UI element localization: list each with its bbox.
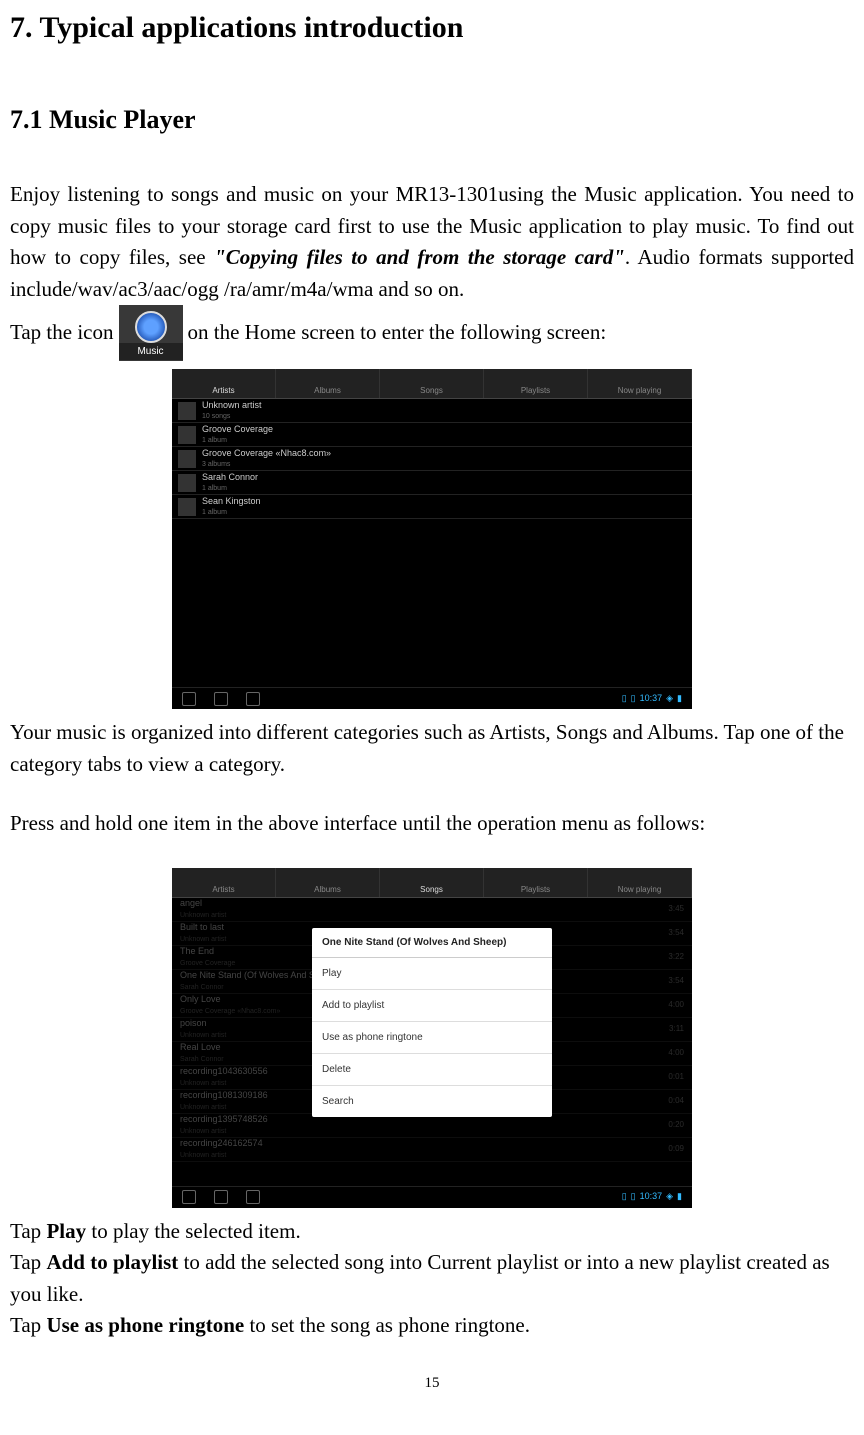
tab-songs[interactable]: Songs xyxy=(380,868,484,897)
tap-icon-text-a: Tap the icon xyxy=(10,317,114,349)
menu-use-as-ringtone[interactable]: Use as phone ringtone xyxy=(312,1022,552,1054)
press-hold-paragraph: Press and hold one item in the above int… xyxy=(10,808,854,840)
battery-icon: ▮ xyxy=(677,692,682,706)
system-navbar: ▯ ▯ 10:37 ◈ ▮ xyxy=(172,1186,692,1208)
tab-artists[interactable]: Artists xyxy=(172,369,276,398)
clock: 10:37 xyxy=(640,1190,663,1204)
home-icon[interactable] xyxy=(214,692,228,706)
intro-paragraph: Enjoy listening to songs and music on yo… xyxy=(10,179,854,305)
menu-add-to-playlist[interactable]: Add to playlist xyxy=(312,990,552,1022)
dialog-title: One Nite Stand (Of Wolves And Sheep) xyxy=(312,928,552,958)
home-icon[interactable] xyxy=(214,1190,228,1204)
tab-albums[interactable]: Albums xyxy=(276,868,380,897)
system-navbar: ▯ ▯ 10:37 ◈ ▮ xyxy=(172,687,692,709)
music-icon-label: Music xyxy=(119,343,183,360)
list-item[interactable]: Groove Coverage «Nhac8.com»3 albums xyxy=(172,447,692,471)
tab-nowplaying[interactable]: Now playing xyxy=(588,369,692,398)
artists-icon xyxy=(217,370,231,384)
music-icon-circle xyxy=(135,311,167,343)
recents-icon[interactable] xyxy=(246,1190,260,1204)
section-heading: 7. Typical applications introduction xyxy=(10,5,854,50)
recents-icon[interactable] xyxy=(246,692,260,706)
tap-icon-line: Tap the icon Music on the Home screen to… xyxy=(10,305,854,361)
albums-icon xyxy=(321,869,335,883)
menu-play[interactable]: Play xyxy=(312,958,552,990)
artist-thumb xyxy=(178,402,196,420)
artists-icon xyxy=(217,869,231,883)
artist-thumb xyxy=(178,450,196,468)
albums-icon xyxy=(321,370,335,384)
screenshot-context-menu: Artists Albums Songs Playlists Now playi… xyxy=(172,868,692,1208)
context-menu-dialog: One Nite Stand (Of Wolves And Sheep) Pla… xyxy=(312,928,552,1117)
nowplaying-icon xyxy=(633,869,647,883)
tap-add-paragraph: Tap Add to playlist to add the selected … xyxy=(10,1247,854,1310)
menu-delete[interactable]: Delete xyxy=(312,1054,552,1086)
artists-list: Unknown artist10 songs Groove Coverage1 … xyxy=(172,399,692,519)
battery-icon: ▮ xyxy=(677,1190,682,1204)
tab-nowplaying[interactable]: Now playing xyxy=(588,868,692,897)
tap-icon-text-b: on the Home screen to enter the followin… xyxy=(188,317,607,349)
intro-text-b: "Copying files to and from the storage c… xyxy=(214,245,625,269)
playlists-icon xyxy=(529,370,543,384)
wifi-icon: ◈ xyxy=(666,1190,673,1204)
status-icon: ▯ xyxy=(622,692,627,706)
list-item[interactable]: angelUnknown artist3:45 xyxy=(172,898,692,922)
list-item[interactable]: Unknown artist10 songs xyxy=(172,399,692,423)
screenshot-artists: Artists Albums Songs Playlists Now playi… xyxy=(172,369,692,709)
categories-paragraph: Your music is organized into different c… xyxy=(10,717,854,780)
back-icon[interactable] xyxy=(182,692,196,706)
playlists-icon xyxy=(529,869,543,883)
status-icon: ▯ xyxy=(631,692,636,706)
tab-playlists[interactable]: Playlists xyxy=(484,369,588,398)
status-icon: ▯ xyxy=(631,1190,636,1204)
tab-artists[interactable]: Artists xyxy=(172,868,276,897)
music-tabs: Artists Albums Songs Playlists Now playi… xyxy=(172,868,692,898)
subsection-heading: 7.1 Music Player xyxy=(10,100,854,139)
list-item[interactable]: Sean Kingston1 album xyxy=(172,495,692,519)
artist-thumb xyxy=(178,426,196,444)
music-app-icon: Music xyxy=(119,305,183,361)
list-item[interactable]: recording246162574Unknown artist0:09 xyxy=(172,1138,692,1162)
list-item[interactable]: recording1395748526Unknown artist0:20 xyxy=(172,1114,692,1138)
songs-icon xyxy=(425,869,439,883)
list-item[interactable]: Groove Coverage1 album xyxy=(172,423,692,447)
tap-play-paragraph: Tap Play to play the selected item. xyxy=(10,1216,854,1248)
tap-ringtone-paragraph: Tap Use as phone ringtone to set the son… xyxy=(10,1310,854,1342)
artist-thumb xyxy=(178,474,196,492)
tab-albums[interactable]: Albums xyxy=(276,369,380,398)
music-tabs: Artists Albums Songs Playlists Now playi… xyxy=(172,369,692,399)
wifi-icon: ◈ xyxy=(666,692,673,706)
songs-icon xyxy=(425,370,439,384)
menu-search[interactable]: Search xyxy=(312,1086,552,1117)
back-icon[interactable] xyxy=(182,1190,196,1204)
list-item[interactable]: Sarah Connor1 album xyxy=(172,471,692,495)
artist-thumb xyxy=(178,498,196,516)
nowplaying-icon xyxy=(633,370,647,384)
clock: 10:37 xyxy=(640,692,663,706)
tab-playlists[interactable]: Playlists xyxy=(484,868,588,897)
tab-songs[interactable]: Songs xyxy=(380,369,484,398)
status-icon: ▯ xyxy=(622,1190,627,1204)
page-number: 15 xyxy=(10,1372,854,1395)
